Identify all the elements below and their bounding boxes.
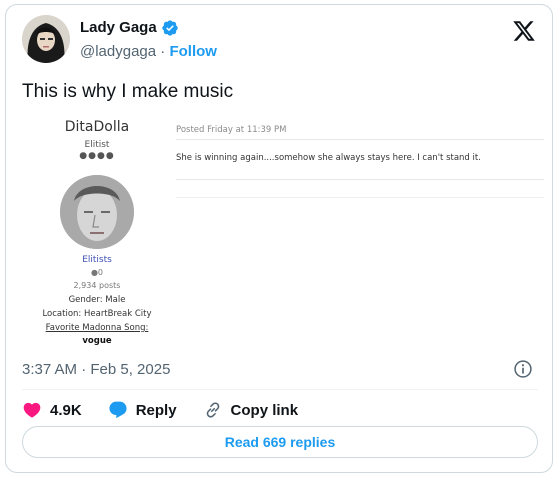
copy-link-button[interactable]: Copy link <box>203 400 299 420</box>
divider <box>176 197 544 198</box>
reply-label: Reply <box>135 401 177 419</box>
forum-group: Elitists <box>82 255 112 265</box>
author-name[interactable]: Lady Gaga <box>80 19 157 37</box>
forum-favorite-value: vogue <box>82 336 112 346</box>
forum-post-count: 2,934 posts <box>73 281 121 290</box>
forum-post-meta: Posted Friday at 11:39 PM <box>176 125 287 135</box>
tweet-card: Lady Gaga @ladygaga · Follow This is why… <box>5 4 553 473</box>
speech-bubble-icon <box>109 401 127 419</box>
read-replies-button[interactable]: Read 669 replies <box>22 426 538 458</box>
forum-location: Location: HeartBreak City <box>42 309 152 319</box>
divider <box>176 139 544 140</box>
forum-gender: Gender: Male <box>68 295 126 305</box>
tweet-timestamp[interactable]: 3:37 AM · Feb 5, 2025 <box>22 360 170 380</box>
forum-user-photo <box>60 175 134 249</box>
like-count: 4.9K <box>50 401 82 419</box>
forum-rank-dots: ●●●● <box>79 151 115 161</box>
like-button[interactable]: 4.9K <box>22 400 82 420</box>
verified-badge-icon <box>161 19 179 37</box>
tweet-text: This is why I make music <box>22 81 234 102</box>
divider <box>22 389 538 390</box>
reply-button[interactable]: Reply <box>108 400 177 420</box>
forum-user-panel: DitaDolla Elitist ●●●● Elitists ●0 2,934… <box>22 113 172 351</box>
author-handle[interactable]: @ladygaga <box>80 43 156 60</box>
heart-icon <box>23 402 41 418</box>
author-avatar[interactable] <box>22 15 70 63</box>
copy-link-label: Copy link <box>230 401 299 419</box>
author-name-row[interactable]: Lady Gaga <box>80 19 179 37</box>
handle-row: @ladygaga · Follow <box>80 42 217 62</box>
handle-separator: · <box>160 43 166 60</box>
info-icon[interactable] <box>513 359 533 379</box>
forum-post: Posted Friday at 11:39 PM She is winning… <box>174 113 544 351</box>
action-bar: 4.9K Reply Copy link <box>22 397 324 423</box>
embedded-screenshot[interactable]: DitaDolla Elitist ●●●● Elitists ●0 2,934… <box>22 113 544 351</box>
x-logo-icon[interactable] <box>512 19 536 43</box>
forum-username: DitaDolla <box>64 119 130 135</box>
forum-post-body: She is winning again....somehow she alwa… <box>176 153 481 163</box>
divider <box>176 179 544 180</box>
forum-reputation: ●0 <box>90 268 104 277</box>
follow-button[interactable]: Follow <box>169 43 217 60</box>
forum-rank: Elitist <box>84 140 110 150</box>
forum-favorite-label: Favorite Madonna Song: <box>45 323 149 333</box>
link-icon <box>206 402 219 418</box>
